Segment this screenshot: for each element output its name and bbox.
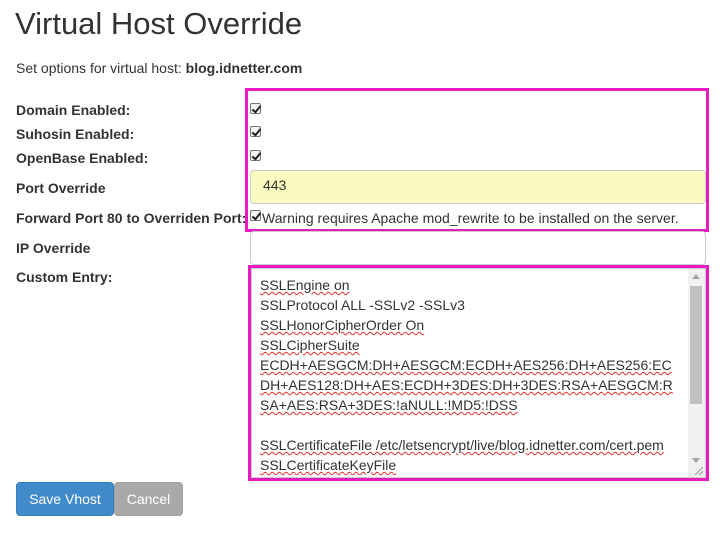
virtual-host-name: blog.idnetter.com [185,60,303,76]
scrollbar-thumb[interactable] [690,286,702,404]
custom-entry-line-text: SSLProtocol ALL -SSLv2 -SSLv3 [260,297,465,313]
scroll-down-arrow-icon[interactable] [692,458,700,463]
subtitle-prefix: Set options for virtual host: [16,60,182,76]
custom-entry-line: ECDH+AESGCM:DH+AESGCM:ECDH+AES256:DH+AES… [260,355,680,415]
openbase-enabled-label: OpenBase Enabled: [16,150,149,166]
custom-entry-content: SSLEngine on SSLProtocol ALL -SSLv2 -SSL… [260,275,680,475]
ip-override-input[interactable] [250,231,706,265]
custom-entry-line: SSLCipherSuite [260,335,680,355]
port-override-value: 443 [263,177,287,193]
textarea-scrollbar[interactable] [688,269,705,477]
ip-override-label: IP Override [16,240,91,256]
custom-entry-label: Custom Entry: [16,269,113,285]
save-vhost-button[interactable]: Save Vhost [16,482,114,516]
forward-port-checkbox[interactable] [250,210,261,221]
page-subtitle: Set options for virtual host: blog.idnet… [16,60,302,76]
openbase-enabled-checkbox[interactable] [250,150,261,161]
custom-entry-textarea[interactable]: SSLEngine on SSLProtocol ALL -SSLv2 -SSL… [251,268,706,478]
cancel-button[interactable]: Cancel [114,482,183,516]
custom-entry-line: SSLCertificateKeyFile [260,455,680,475]
page-title: Virtual Host Override [15,6,303,41]
forward-port-warning: Warning requires Apache mod_rewrite to b… [262,210,679,226]
suhosin-enabled-label: Suhosin Enabled: [16,126,135,142]
forward-port-label: Forward Port 80 to Overriden Port: [16,210,247,226]
domain-enabled-label: Domain Enabled: [16,102,131,118]
custom-entry-line [260,415,680,435]
custom-entry-line-text: SSLCertificateKeyFile [260,457,397,473]
custom-entry-line-text: SSLCipherSuite [260,337,360,353]
suhosin-enabled-checkbox[interactable] [250,126,261,137]
port-override-input[interactable]: 443 [250,170,706,204]
custom-entry-line-text: SSLHonorCipherOrder On [260,317,425,333]
custom-entry-line: SSLProtocol ALL -SSLv2 -SSLv3 [260,295,680,315]
domain-enabled-checkbox[interactable] [250,103,261,114]
custom-entry-line: SSLEngine on [260,275,680,295]
custom-entry-line: SSLCertificateFile /etc/letsencrypt/live… [260,435,680,455]
port-override-label: Port Override [16,180,106,196]
custom-entry-line-text: ECDH+AESGCM:DH+AESGCM:ECDH+AES256:DH+AES… [260,357,673,413]
custom-entry-line-text: SSLEngine on [260,277,350,293]
custom-entry-line: SSLHonorCipherOrder On [260,315,680,335]
custom-entry-line-text: SSLCertificateFile /etc/letsencrypt/live… [260,437,664,453]
scroll-up-arrow-icon[interactable] [692,274,700,279]
resize-grip-icon[interactable] [695,467,703,475]
